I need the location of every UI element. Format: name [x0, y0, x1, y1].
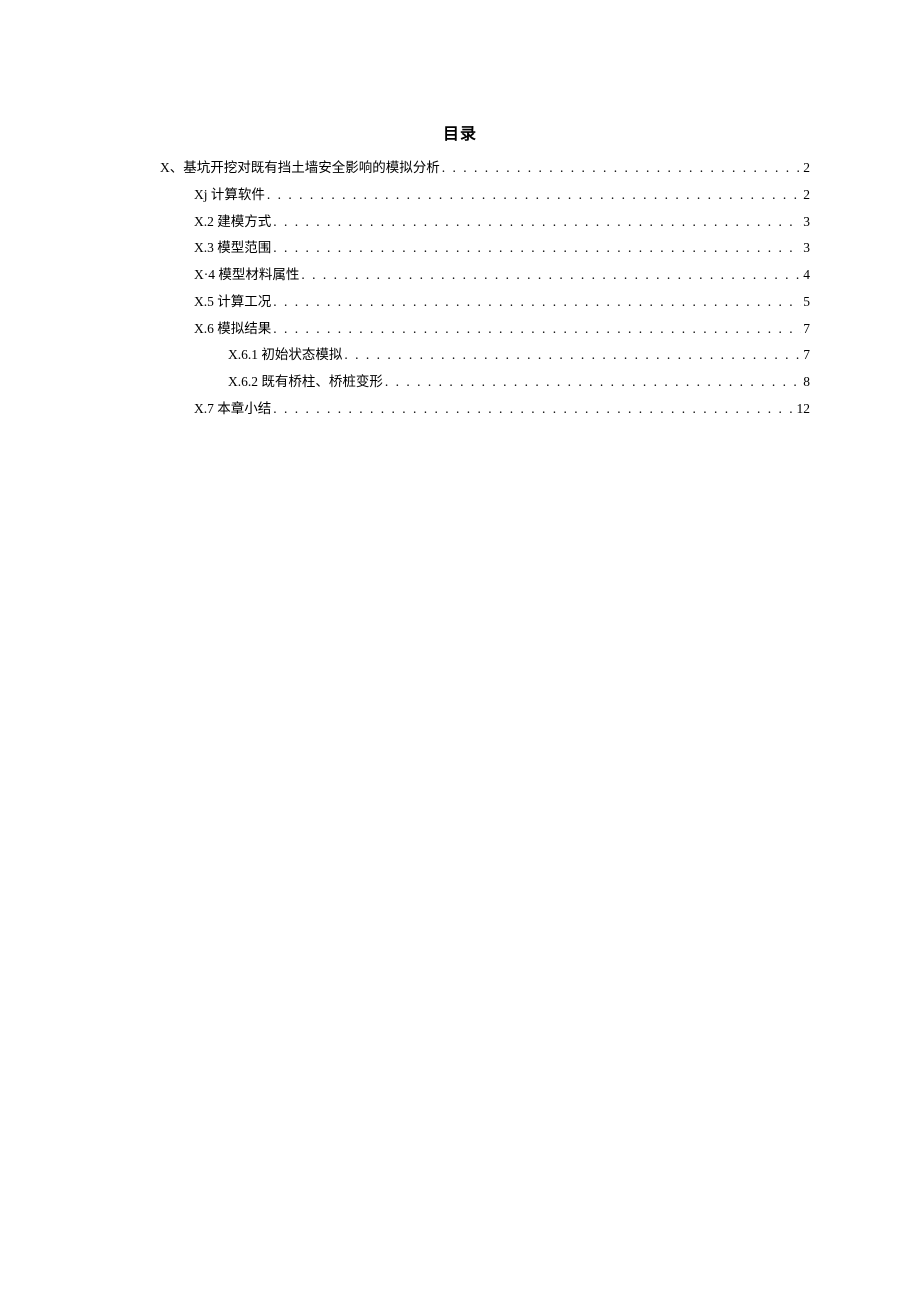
- toc-leader-dots: [273, 292, 801, 312]
- table-of-contents: X、基坑开挖对既有挡土墙安全影响的模拟分析2Xj 计算软件2X.2 建模方式3X…: [110, 158, 810, 419]
- toc-entry[interactable]: X.3 模型范围 3: [194, 238, 810, 258]
- toc-leader-dots: [442, 158, 802, 178]
- toc-entry-text: 本章小结: [214, 401, 271, 416]
- toc-leader-dots: [273, 212, 801, 232]
- toc-entry[interactable]: X.2 建模方式 3: [194, 212, 810, 232]
- toc-entry[interactable]: X.6.2 既有桥柱、桥桩变形 8: [228, 372, 810, 392]
- toc-entry-label: X.6 模拟结果: [194, 319, 271, 339]
- toc-entry-label: X.5 计算工况: [194, 292, 271, 312]
- toc-entry-number: X.5: [194, 294, 214, 309]
- toc-leader-dots: [273, 238, 801, 258]
- toc-leader-dots: [273, 399, 794, 419]
- toc-entry-text: 建模方式: [214, 214, 271, 229]
- toc-entry-text: 计算软件: [208, 187, 265, 202]
- toc-entry-number: Xj: [194, 187, 208, 202]
- toc-entry-number: X.3: [194, 240, 214, 255]
- toc-entry[interactable]: X.5 计算工况 5: [194, 292, 810, 312]
- toc-entry-number: X·4: [194, 267, 215, 282]
- toc-entry-text: 既有桥柱、桥桩变形: [258, 374, 383, 389]
- toc-entry[interactable]: X、基坑开挖对既有挡土墙安全影响的模拟分析 2: [160, 158, 810, 178]
- toc-entry-page: 2: [803, 185, 810, 205]
- toc-entry-page: 12: [797, 399, 811, 419]
- toc-leader-dots: [344, 345, 801, 365]
- toc-entry-page: 3: [803, 238, 810, 258]
- toc-entry-page: 5: [803, 292, 810, 312]
- toc-entry-text: 模型范围: [214, 240, 271, 255]
- toc-entry-page: 7: [803, 345, 810, 365]
- toc-entry-label: X.2 建模方式: [194, 212, 271, 232]
- toc-entry-page: 3: [803, 212, 810, 232]
- toc-entry[interactable]: X.7 本章小结 12: [194, 399, 810, 419]
- toc-entry-page: 2: [803, 158, 810, 178]
- toc-title: 目录: [110, 120, 810, 144]
- toc-entry[interactable]: X.6 模拟结果 7: [194, 319, 810, 339]
- toc-entry-label: X.6.1 初始状态模拟: [228, 345, 342, 365]
- toc-entry-text: 计算工况: [214, 294, 271, 309]
- toc-entry-text: 初始状态模拟: [258, 347, 342, 362]
- toc-entry-page: 8: [803, 372, 810, 392]
- toc-entry-number: X.6: [194, 321, 214, 336]
- toc-entry-text: 基坑开挖对既有挡土墙安全影响的模拟分析: [183, 160, 440, 175]
- toc-entry-number: X.6.1: [228, 347, 258, 362]
- toc-entry-page: 7: [803, 319, 810, 339]
- toc-leader-dots: [385, 372, 801, 392]
- toc-entry-label: X.7 本章小结: [194, 399, 271, 419]
- document-page: 目录 X、基坑开挖对既有挡土墙安全影响的模拟分析 2 Xj 计算软件 2 X.2 建模方…: [0, 0, 920, 419]
- toc-entry-page: 4: [803, 265, 810, 285]
- toc-leader-dots: [273, 319, 801, 339]
- toc-entry-number: X.7: [194, 401, 214, 416]
- toc-entry-number: X、: [160, 160, 183, 175]
- toc-entry-label: Xj 计算软件: [194, 185, 265, 205]
- toc-entry-text: 模型材料属性: [215, 267, 299, 282]
- toc-entry[interactable]: Xj 计算软件 2: [194, 185, 810, 205]
- toc-entry-label: X、基坑开挖对既有挡土墙安全影响的模拟分析: [160, 158, 440, 178]
- toc-entry[interactable]: X·4 模型材料属性 4: [194, 265, 810, 285]
- toc-entry-text: 模拟结果: [214, 321, 271, 336]
- toc-leader-dots: [267, 185, 801, 205]
- toc-entry-label: X·4 模型材料属性: [194, 265, 299, 285]
- toc-entry-label: X.6.2 既有桥柱、桥桩变形: [228, 372, 383, 392]
- toc-entry-label: X.3 模型范围: [194, 238, 271, 258]
- toc-leader-dots: [301, 265, 801, 285]
- toc-entry[interactable]: X.6.1 初始状态模拟 7: [228, 345, 810, 365]
- toc-entry-number: X.6.2: [228, 374, 258, 389]
- toc-entry-number: X.2: [194, 214, 214, 229]
